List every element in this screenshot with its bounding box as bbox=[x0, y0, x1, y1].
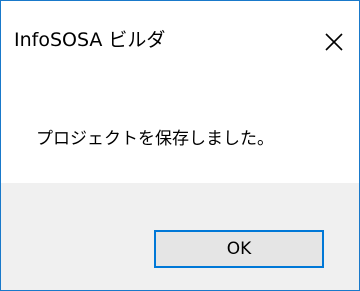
dialog-footer: OK bbox=[1, 183, 359, 290]
title-bar: InfoSOSA ビルダ bbox=[1, 1, 359, 85]
dialog-message: プロジェクトを保存しました。 bbox=[36, 129, 274, 149]
close-button[interactable] bbox=[310, 1, 358, 85]
message-dialog: InfoSOSA ビルダ プロジェクトを保存しました。 OK bbox=[0, 0, 360, 291]
close-icon bbox=[325, 33, 343, 51]
dialog-content: プロジェクトを保存しました。 bbox=[1, 85, 359, 183]
window-title: InfoSOSA ビルダ bbox=[14, 29, 166, 51]
ok-button[interactable]: OK bbox=[154, 230, 324, 268]
